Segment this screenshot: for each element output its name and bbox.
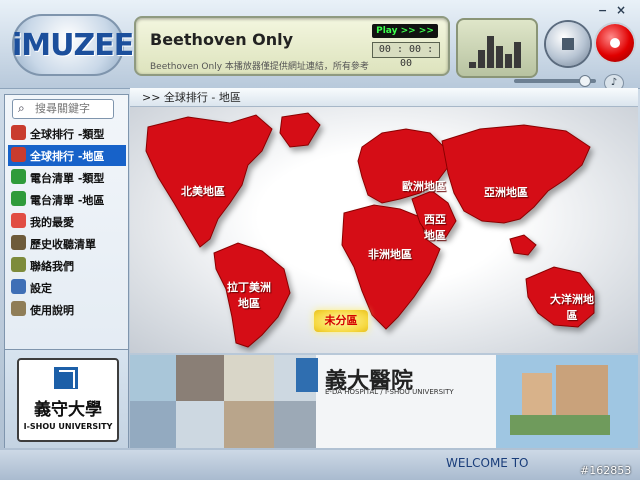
eq-bar (478, 50, 485, 68)
app-window: iMUZEE Beethoven Only Play >> >> 00 : 00… (0, 0, 640, 480)
volume-thumb[interactable] (579, 75, 591, 87)
time-readout: 00 : 00 : 00 (372, 42, 440, 69)
university-name-cn: 義守大學 (34, 400, 102, 420)
eq-bar (514, 42, 521, 68)
sidebar-item-settings[interactable]: 設定 (8, 277, 126, 298)
sidebar-item-label: 聯絡我們 (30, 260, 74, 273)
region-label-north-america[interactable]: 北美地區 (174, 183, 232, 199)
stop-button[interactable] (546, 22, 590, 66)
song-title: Beethoven Only (150, 30, 294, 49)
volume-slider[interactable] (514, 75, 596, 87)
settings-icon (11, 279, 26, 294)
player-header: iMUZEE Beethoven Only Play >> >> 00 : 00… (0, 0, 640, 92)
music-note-icon (11, 191, 26, 206)
world-map: 北美地區 拉丁美洲地區 歐洲地區 非洲地區 西亞地區 亞洲地區 大洋洲地區 未分… (130, 107, 638, 353)
welcome-ticker: WELCOME TO (446, 456, 529, 470)
university-emblem (54, 367, 78, 389)
sidebar-item-favorites[interactable]: 我的最愛 (8, 211, 126, 232)
close-button[interactable]: × (616, 4, 628, 16)
unassigned-region-button[interactable]: 未分區 (314, 310, 368, 332)
equalizer-display (456, 18, 538, 78)
search-input[interactable] (35, 101, 109, 116)
sidebar-item-label: 電台清單 -類型 (30, 172, 105, 185)
music-note-icon (11, 169, 26, 184)
region-label-latin-america[interactable]: 拉丁美洲地區 (226, 279, 272, 311)
university-logo[interactable]: 義守大學 I-SHOU UNIVERSITY (17, 358, 119, 442)
eq-bar (487, 36, 494, 68)
region-label-africa[interactable]: 非洲地區 (362, 246, 418, 262)
stop-icon (562, 38, 574, 50)
help-book-icon (11, 301, 26, 316)
sidebar-item-station-genre[interactable]: 電台清單 -類型 (8, 167, 126, 188)
sidebar-item-help[interactable]: 使用說明 (8, 299, 126, 320)
region-label-oceania[interactable]: 大洋洲地區 (550, 291, 594, 323)
eq-bar (496, 46, 503, 68)
globe-icon (11, 147, 26, 162)
region-islands[interactable] (509, 234, 537, 256)
sidebar-item-station-region[interactable]: 電台清單 -地區 (8, 189, 126, 210)
eq-bar (469, 62, 476, 68)
minimize-button[interactable]: − (598, 5, 608, 16)
record-button[interactable] (596, 24, 634, 62)
search-box[interactable]: ⌕ (12, 99, 114, 119)
logo-text: iMUZEE (12, 28, 134, 63)
sidebar-item-label: 使用說明 (30, 304, 74, 317)
search-icon: ⌕ (18, 101, 25, 115)
breadcrumb: >> 全球排行 - 地區 (142, 91, 241, 104)
record-icon (610, 38, 620, 48)
eq-bar (505, 54, 512, 68)
breadcrumb-bar: >> 全球排行 - 地區 (130, 88, 638, 107)
play-status: Play >> >> (372, 24, 438, 38)
sidebar-item-label: 全球排行 -地區 (30, 150, 105, 163)
sidebar-item-label: 歷史收聽清單 (30, 238, 96, 251)
sidebar-item-label: 電台清單 -地區 (30, 194, 105, 207)
university-name-en: I-SHOU UNIVERSITY (23, 422, 113, 431)
hospital-banner[interactable]: 義大醫院 E-DA HOSPITAL / I-SHOU UNIVERSITY (130, 355, 638, 448)
sidebar-item-global-genre[interactable]: 全球排行 -類型 (8, 123, 126, 144)
history-icon (11, 235, 26, 250)
sidebar-item-history[interactable]: 歷史收聽清單 (8, 233, 126, 254)
sponsor-panel: 義守大學 I-SHOU UNIVERSITY (5, 349, 128, 448)
globe-icon (11, 125, 26, 140)
region-label-middle-east[interactable]: 西亞地區 (420, 211, 450, 243)
sidebar-item-label: 設定 (30, 282, 52, 295)
marquee-text: Beethoven Only 本播放器僅提供網址連結，所有參考 (150, 62, 369, 71)
sidebar: ⌕ 全球排行 -類型 全球排行 -地區 電台清單 -類型 電台清單 -地區 我的… (4, 94, 129, 448)
sidebar-item-label: 我的最愛 (30, 216, 74, 229)
logo: iMUZEE (12, 14, 134, 76)
sidebar-item-label: 全球排行 -類型 (30, 128, 105, 141)
region-north-america[interactable] (145, 114, 273, 248)
heart-icon (11, 213, 26, 228)
contact-icon (11, 257, 26, 272)
region-asia[interactable] (441, 124, 591, 224)
now-playing-display: Beethoven Only Play >> >> 00 : 00 : 00 B… (134, 16, 450, 76)
region-label-asia[interactable]: 亞洲地區 (476, 184, 536, 200)
banner-title-en: E-DA HOSPITAL / I-SHOU UNIVERSITY (325, 388, 454, 396)
region-greenland[interactable] (279, 112, 321, 148)
sidebar-item-global-region[interactable]: 全球排行 -地區 (8, 145, 126, 166)
region-label-europe[interactable]: 歐洲地區 (394, 178, 454, 194)
status-bar: WELCOME TO (0, 450, 640, 480)
image-id-label: #162853 (580, 464, 632, 477)
sidebar-item-contact[interactable]: 聯絡我們 (8, 255, 126, 276)
